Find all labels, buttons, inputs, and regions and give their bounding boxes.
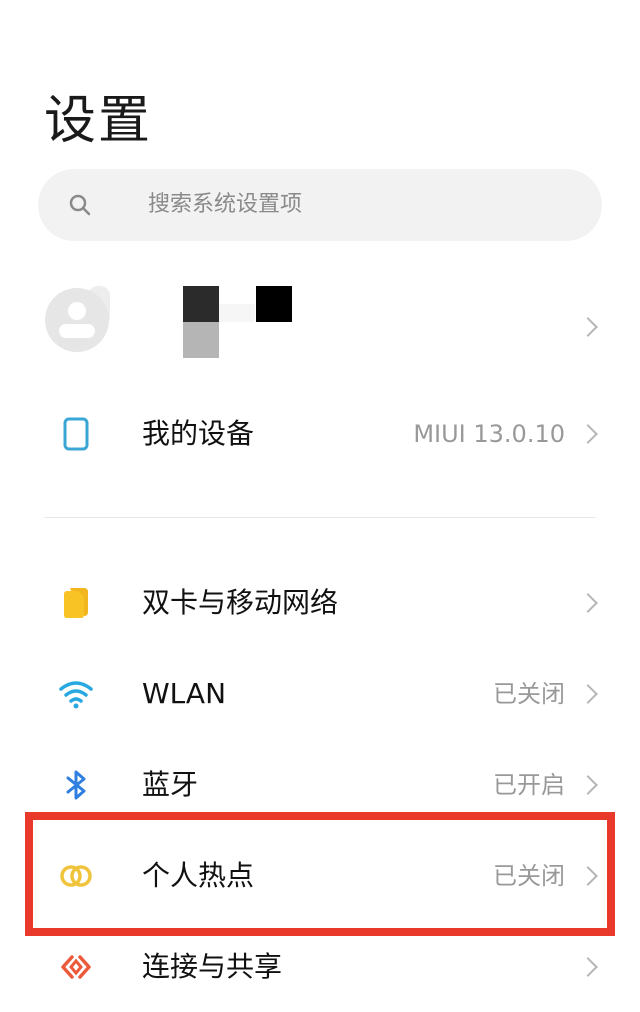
account-row[interactable] xyxy=(0,272,640,382)
sim-network-label: 双卡与移动网络 xyxy=(142,586,339,619)
connection-share-row[interactable]: 连接与共享 xyxy=(0,922,640,1012)
wlan-label: WLAN xyxy=(142,677,227,710)
redacted-name xyxy=(256,286,292,322)
chevron-right-icon xyxy=(578,593,598,613)
bluetooth-value: 已开启 xyxy=(493,771,565,799)
chevron-right-icon xyxy=(578,317,598,337)
phone-icon xyxy=(63,417,89,451)
redacted-name xyxy=(219,304,255,322)
my-device-label: 我的设备 xyxy=(142,417,255,450)
chevron-right-icon xyxy=(578,957,598,977)
chevron-right-icon xyxy=(578,775,598,795)
divider xyxy=(44,517,596,518)
my-device-row[interactable]: 我的设备 MIUI 13.0.10 xyxy=(0,389,640,479)
connection-share-icon xyxy=(61,955,91,979)
avatar-icon xyxy=(45,288,109,352)
search-bar[interactable]: 搜索系统设置项 xyxy=(38,169,602,241)
my-device-value: MIUI 13.0.10 xyxy=(413,420,565,448)
chevron-right-icon xyxy=(578,684,598,704)
sim-card-icon xyxy=(64,588,88,618)
highlight-annotation-box xyxy=(25,812,615,936)
wifi-icon xyxy=(59,681,93,709)
sim-network-row[interactable]: 双卡与移动网络 xyxy=(0,558,640,648)
chevron-right-icon xyxy=(578,424,598,444)
search-icon xyxy=(69,194,91,216)
bluetooth-label: 蓝牙 xyxy=(142,768,199,801)
wlan-value: 已关闭 xyxy=(493,680,565,708)
connection-share-label: 连接与共享 xyxy=(142,950,283,983)
wlan-row[interactable]: WLAN 已关闭 xyxy=(0,649,640,739)
bluetooth-icon xyxy=(66,770,86,800)
redacted-name xyxy=(183,286,219,322)
redacted-name xyxy=(183,322,219,358)
search-placeholder: 搜索系统设置项 xyxy=(148,192,303,217)
page-title: 设置 xyxy=(44,91,153,151)
